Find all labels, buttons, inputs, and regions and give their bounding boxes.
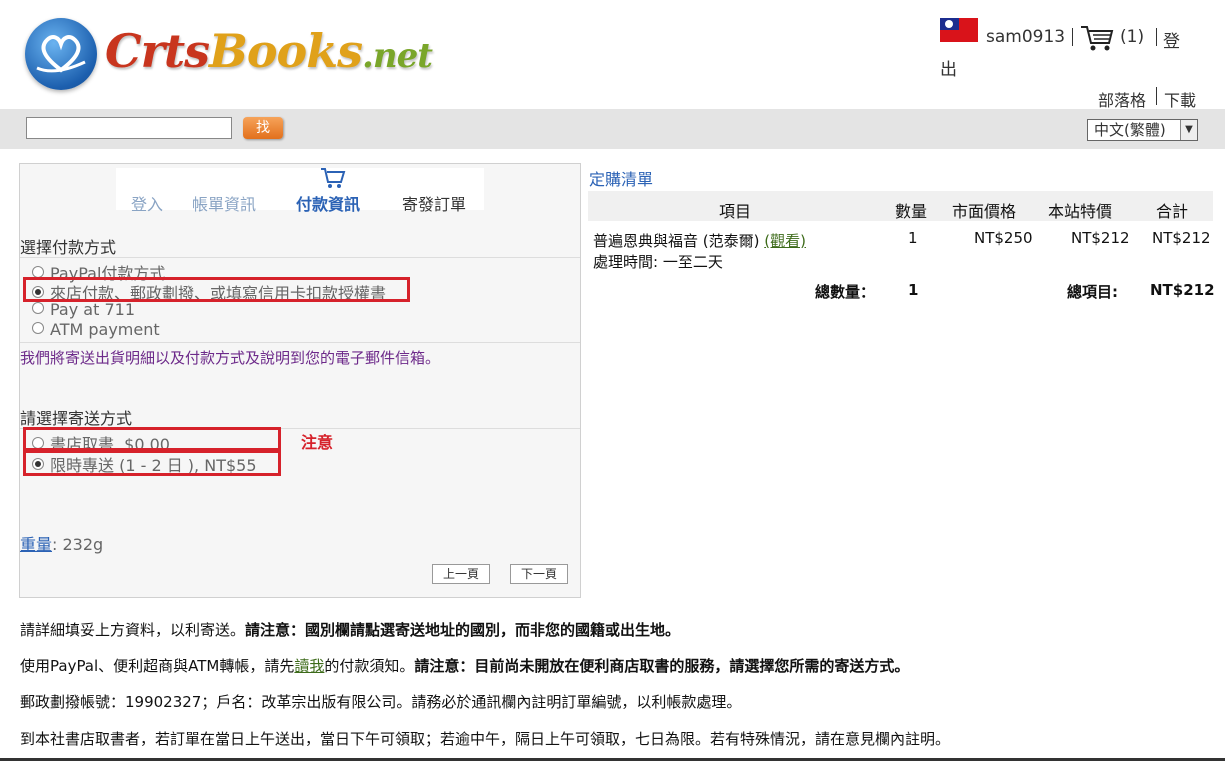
notice-emphasis: 請注意：目前尚未開放在便利商店取書的服務，請選擇您所需的寄送方式。 [414, 657, 910, 675]
chevron-down-icon[interactable]: ▼ [1180, 120, 1197, 140]
payment-option-atm[interactable]: ATM payment [32, 320, 160, 339]
column-header: 數量 [895, 202, 928, 221]
logo-wordmark: CrtsBooks.net [105, 24, 433, 78]
logo-heart-icon [25, 18, 97, 90]
notice-paragraph: 使用PayPal、便利超商與ATM轉帳，請先讀我的付款須知。請注意：目前尚未開放… [20, 655, 909, 676]
prev-page-button[interactable]: 上一頁 [432, 564, 490, 584]
weight-info: 重量: 232g [20, 531, 103, 555]
notice-emphasis: 請注意：國別欄請點選寄送地址的國別，而非您的國籍或出生地。 [245, 621, 681, 639]
username-link[interactable]: sam0913 [986, 27, 1065, 47]
column-header: 市面價格 [952, 202, 1017, 221]
notice-paragraph: 請詳細填妥上方資料，以利寄送。請注意：國別欄請點選寄送地址的國別，而非您的國籍或… [20, 619, 680, 640]
item-quantity: 1 [908, 229, 918, 247]
processing-time: 處理時間: 一至二天 [593, 253, 723, 271]
step-account: 帳單資訊 [192, 195, 257, 214]
item-title: 普遍恩典與福音 (范泰爾) [593, 232, 760, 250]
checkout-steps: 登入 帳單資訊 付款資訊 寄發訂單 [116, 166, 484, 214]
option-label: Pay at 711 [50, 300, 135, 319]
view-item-link[interactable]: (觀看) [764, 232, 806, 250]
highlight-box [23, 450, 281, 476]
notice-text: 的付款須知。 [324, 657, 415, 675]
weight-value: : 232g [52, 535, 104, 554]
notice-paragraph: 到本社書店取書者，若訂單在當日上午送出，當日下午可領取；若逾中午，隔日上午可領取… [20, 730, 951, 748]
column-header: 項目 [719, 202, 752, 221]
payment-method-title: 選擇付款方式 [20, 238, 117, 257]
total-label: 總項目: [1067, 283, 1118, 301]
item-market-price: NT$250 [974, 229, 1033, 247]
option-label: ATM payment [50, 320, 160, 339]
divider [20, 342, 580, 343]
logout-link-part1[interactable]: 登 [1163, 27, 1180, 52]
step-login: 登入 [131, 195, 164, 214]
step-send: 寄發訂單 [402, 195, 467, 214]
column-header: 合計 [1156, 202, 1189, 221]
email-notice: 我們將寄送出貨明細以及付款方式及說明到您的電子郵件信箱。 [20, 349, 441, 367]
weight-link[interactable]: 重量 [20, 535, 52, 554]
total-quantity: 1 [908, 281, 919, 299]
blog-link[interactable]: 部落格 [1098, 87, 1146, 111]
order-item-name: 普遍恩典與福音 (范泰爾) (觀看) [593, 230, 806, 251]
notice-paragraph: 郵政劃撥帳號：19902327；戶名：改革宗出版有限公司。請務必於通訊欄內註明訂… [20, 693, 742, 711]
cart-count[interactable]: (1) [1120, 27, 1144, 47]
radio-button[interactable] [32, 322, 44, 334]
cart-step-icon [320, 166, 346, 194]
note-label: 注意 [301, 433, 334, 452]
divider [1156, 87, 1157, 105]
order-total: NT$212 [1150, 281, 1215, 299]
total-quantity-label: 總數量： [815, 283, 876, 301]
radio-button[interactable] [32, 302, 44, 314]
highlight-box [23, 427, 281, 451]
order-list-title: 定購清單 [589, 170, 654, 189]
search-button[interactable]: 找 [243, 117, 283, 139]
readme-link[interactable]: 讀我 [294, 657, 324, 675]
download-link[interactable]: 下載 [1164, 87, 1196, 111]
highlight-box [23, 277, 410, 302]
search-input[interactable] [26, 117, 232, 139]
notice-text: 使用PayPal、便利超商與ATM轉帳，請先 [20, 657, 295, 675]
divider [1156, 28, 1157, 46]
step-payment: 付款資訊 [296, 195, 361, 214]
language-select[interactable]: 中文(繁體) ▼ [1087, 119, 1198, 141]
divider [20, 257, 580, 258]
taiwan-flag-icon[interactable] [940, 18, 978, 42]
cart-icon[interactable] [1080, 24, 1114, 56]
item-site-price: NT$212 [1071, 229, 1130, 247]
item-subtotal: NT$212 [1152, 229, 1211, 247]
checkout-panel [19, 163, 581, 598]
notice-text: 請詳細填妥上方資料，以利寄送。 [20, 621, 246, 639]
payment-option-711[interactable]: Pay at 711 [32, 300, 135, 319]
divider [1072, 28, 1073, 46]
language-value: 中文(繁體) [1094, 121, 1166, 139]
logout-link-part2[interactable]: 出 [940, 55, 957, 80]
site-logo[interactable]: CrtsBooks.net [25, 18, 433, 94]
shipping-method-title: 請選擇寄送方式 [20, 409, 133, 428]
next-page-button[interactable]: 下一頁 [510, 564, 568, 584]
column-header: 本站特價 [1048, 202, 1113, 221]
